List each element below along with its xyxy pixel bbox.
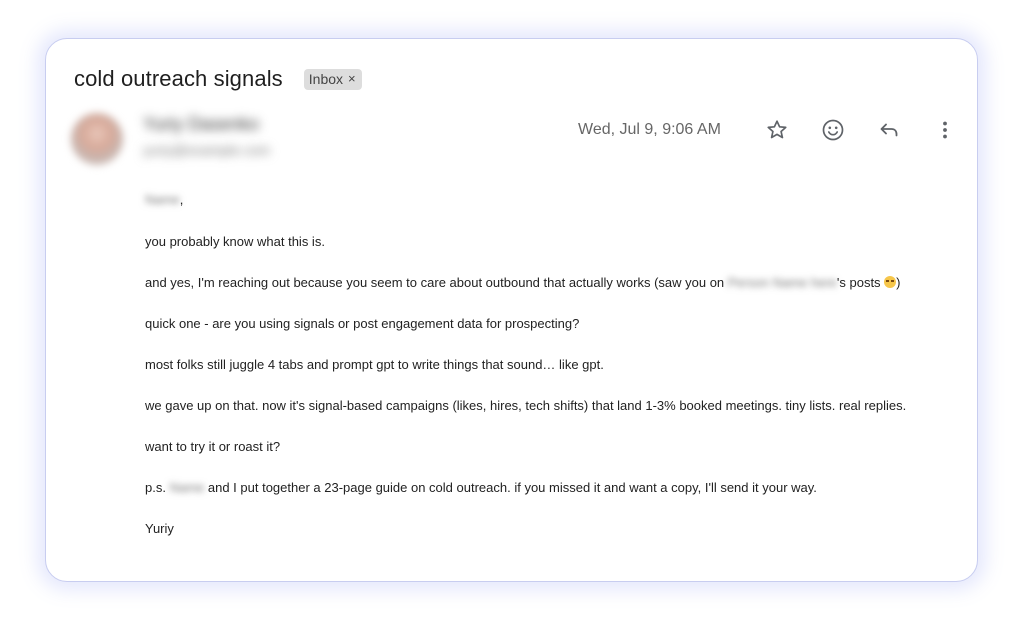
emoji-react-icon[interactable]	[820, 117, 846, 143]
line7-text-after: and I put together a 23-page guide on co…	[204, 480, 817, 495]
email-subject: cold outreach signals	[74, 66, 283, 91]
line2-redacted-name: Person Name here	[727, 275, 837, 290]
body-line-5: we gave up on that. now it's signal-base…	[145, 398, 907, 413]
body-line-1: you probably know what this is.	[145, 234, 325, 249]
sender-email: yuriy@example.com	[143, 142, 271, 158]
inbox-label-text: Inbox	[308, 70, 344, 87]
remove-label-icon[interactable]: ×	[348, 72, 356, 85]
more-vert-icon[interactable]	[932, 117, 958, 143]
line2-text-before: and yes, I'm reaching out because you se…	[145, 275, 728, 290]
line7-redacted-name: Name	[169, 480, 205, 495]
signature: Yuriy	[145, 521, 174, 536]
smirk-emoji-icon	[884, 276, 897, 288]
body-line-4: most folks still juggle 4 tabs and promp…	[145, 357, 604, 372]
sender-avatar[interactable]	[71, 113, 123, 165]
line7-text-before: p.s.	[145, 480, 170, 495]
email-date: Wed, Jul 9, 9:06 AM	[578, 121, 721, 138]
subject-row: cold outreach signals Inbox ×	[74, 66, 362, 92]
body-line-7: p.s. Name and I put together a 23-page g…	[145, 480, 817, 495]
greeting-line: Name,	[145, 192, 183, 207]
body-line-3: quick one - are you using signals or pos…	[145, 316, 580, 331]
body-line-2: and yes, I'm reaching out because you se…	[145, 275, 901, 290]
inbox-label-chip[interactable]: Inbox ×	[303, 68, 362, 90]
email-card: cold outreach signals Inbox × Yuriy Dase…	[45, 38, 978, 582]
screen: cold outreach signals Inbox × Yuriy Dase…	[0, 0, 1024, 636]
star-icon[interactable]	[764, 117, 790, 143]
greeting-name-redacted: Name	[145, 192, 180, 207]
body-line-6: want to try it or roast it?	[145, 439, 281, 454]
line2-text-end: )	[896, 275, 901, 290]
greeting-suffix: ,	[179, 192, 184, 207]
line2-text-after: 's posts	[836, 275, 885, 290]
reply-icon[interactable]	[876, 117, 902, 143]
sender-name[interactable]: Yuriy Dasenko	[143, 114, 259, 135]
